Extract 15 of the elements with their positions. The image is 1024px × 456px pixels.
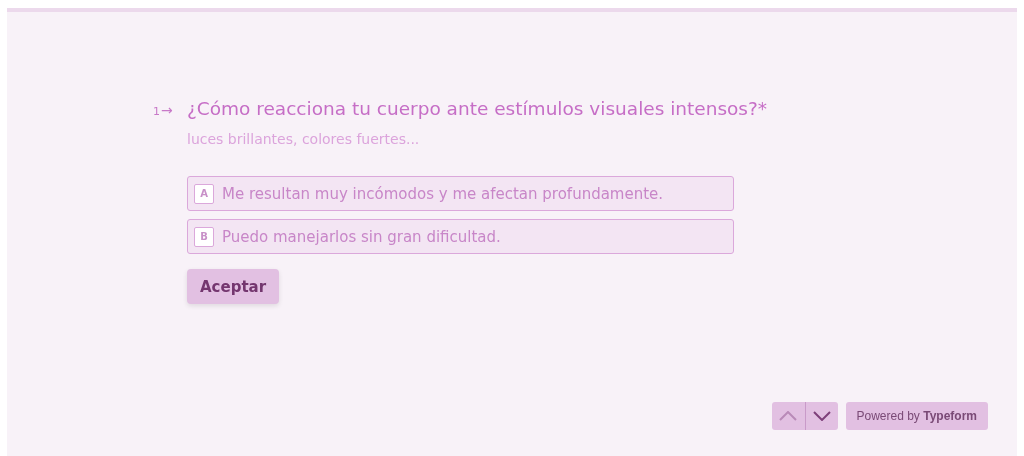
accept-button[interactable]: Aceptar <box>187 269 280 304</box>
question-number: 1 <box>153 105 161 118</box>
option-label: Puedo manejarlos sin gran dificultad. <box>222 227 501 246</box>
option-key: B <box>194 226 214 247</box>
option-key: A <box>194 183 214 204</box>
powered-by-link[interactable]: Powered by Typeform <box>845 402 988 430</box>
chevron-up-icon <box>779 411 797 421</box>
question-text: ¿Cómo reacciona tu cuerpo ante estímulos visuales intensos?* <box>187 98 768 119</box>
answer-option[interactable]: B Puedo manejarlos sin gran dificultad. <box>187 219 734 254</box>
next-button[interactable] <box>804 402 838 430</box>
chevron-down-icon <box>812 411 831 421</box>
arrow-icon: → <box>161 102 187 118</box>
option-label: Me resultan muy incómodos y me afectan profundamente. <box>222 184 664 203</box>
question-description: luces brillantes, colores fuertes... <box>187 131 421 147</box>
answer-option[interactable]: A Me resultan muy incómodos y me afectan profundamente. <box>187 176 734 211</box>
